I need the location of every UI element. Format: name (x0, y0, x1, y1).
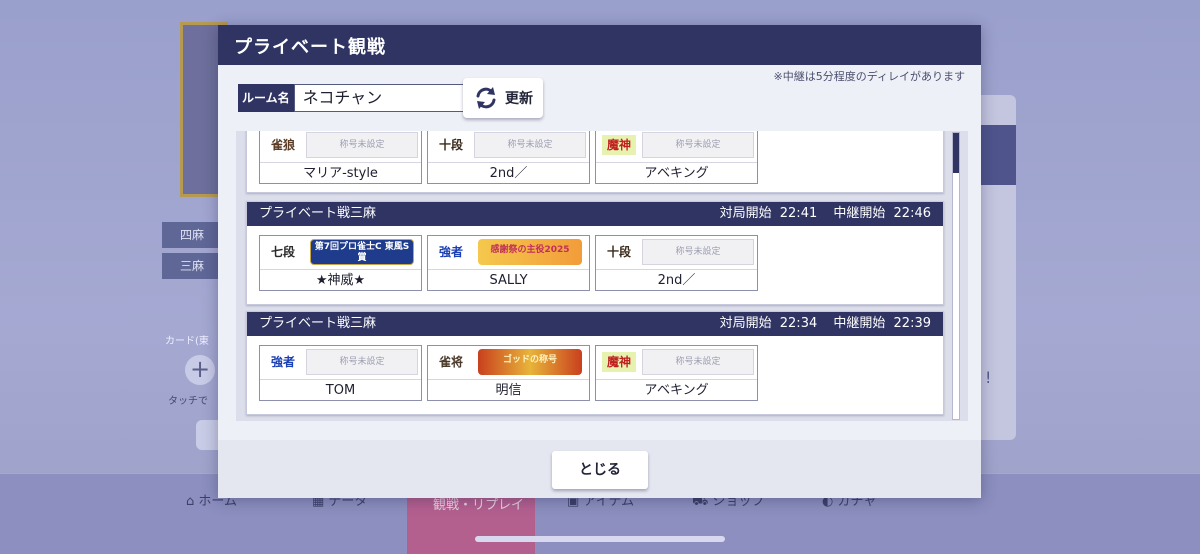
home-indicator (475, 536, 725, 542)
player-title: 称号未設定 (306, 349, 418, 375)
player-slot: 魔神 称号未設定 アベキング (595, 345, 758, 401)
player-slot: 雀狼 称号未設定 マリア-style (259, 131, 422, 184)
mode-tag-4p: 四麻 (162, 222, 222, 248)
private-spectate-dialog: プライベート観戦 ※中継は5分程度のディレイがあります ルーム名 ネコチャン 更… (218, 25, 981, 498)
card-label: カード(東 (165, 336, 209, 347)
match-times: 対局開始 22:41 中継開始 22:46 (716, 202, 931, 226)
list-scrollbar[interactable] (952, 132, 960, 420)
alert-icon: ! (985, 368, 992, 387)
player-slot: 魔神 称号未設定 アベキング (595, 131, 758, 184)
player-title-badge: 第7回プロ雀士C 東風S賞 (310, 239, 414, 265)
match-header: プライベート戦三麻 対局開始 22:41 中継開始 22:46 (247, 202, 943, 226)
refresh-icon (476, 87, 496, 109)
relay-label: 中継開始 (833, 206, 886, 221)
player-title-badge: ゴッドの称号 (478, 349, 582, 375)
room-name-label: ルーム名 (238, 84, 294, 112)
rank-badge: 強者 (270, 355, 295, 369)
player-slot: 七段 第7回プロ雀士C 東風S賞 ★神威★ (259, 235, 422, 291)
player-name: TOM (260, 379, 421, 402)
player-name: 明信 (428, 379, 589, 402)
player-slot: 十段 称号未設定 2nd／ (427, 131, 590, 184)
player-title-badge: 感謝祭の主役2025 (478, 239, 582, 265)
player-title: 称号未設定 (306, 132, 418, 158)
start-label: 対局開始 (719, 316, 772, 331)
rank-badge: 七段 (270, 245, 295, 259)
player-slot: 十段 称号未設定 2nd／ (595, 235, 758, 291)
dialog-header: プライベート観戦 (218, 25, 981, 65)
right-panel-banner (980, 125, 1016, 185)
match-card[interactable]: プライベート戦三麻 対局開始 22:34 中継開始 22:39 強者 称号未設定… (246, 311, 944, 415)
start-time: 22:41 (779, 206, 818, 221)
player-title: 称号未設定 (642, 132, 754, 158)
dialog-title: プライベート観戦 (234, 37, 386, 58)
player-slot: 強者 称号未設定 TOM (259, 345, 422, 401)
delay-note: ※中継は5分程度のディレイがあります (773, 70, 965, 83)
player-name: ★神威★ (260, 269, 421, 292)
match-times: 対局開始 22:34 中継開始 22:39 (716, 312, 931, 336)
match-name: プライベート戦三麻 (259, 206, 377, 221)
room-name-row: ルーム名 ネコチャン (238, 84, 464, 112)
relay-label: 中継開始 (833, 316, 886, 331)
match-card[interactable]: 雀狼 称号未設定 マリア-style 十段 称号未設定 2nd／ 魔神 称号未設… (246, 131, 944, 193)
relay-time: 22:39 (893, 316, 931, 331)
player-title: 称号未設定 (474, 132, 586, 158)
scrollbar-thumb[interactable] (953, 133, 959, 173)
start-time: 22:34 (779, 316, 818, 331)
player-name: アベキング (596, 162, 757, 185)
player-row: 強者 称号未設定 TOM 雀将 ゴッドの称号 明信 魔神 称号未設定 アベキング (259, 345, 758, 401)
rank-badge: 雀将 (438, 355, 463, 369)
start-label: 対局開始 (719, 206, 772, 221)
player-slot: 雀将 ゴッドの称号 明信 (427, 345, 590, 401)
refresh-button[interactable]: 更新 (463, 78, 543, 118)
rank-badge: 十段 (606, 245, 631, 259)
add-card-icon: + (185, 355, 215, 385)
rank-badge: 雀狼 (270, 138, 295, 152)
player-name: アベキング (596, 379, 757, 402)
player-name: マリア-style (260, 162, 421, 185)
player-row: 雀狼 称号未設定 マリア-style 十段 称号未設定 2nd／ 魔神 称号未設… (259, 131, 758, 184)
player-title: 称号未設定 (642, 239, 754, 265)
rank-badge: 強者 (438, 245, 463, 259)
player-title: 称号未設定 (642, 349, 754, 375)
room-name-input[interactable]: ネコチャン (293, 84, 464, 112)
touch-hint: タッチで (168, 396, 208, 407)
player-name: 2nd／ (596, 269, 757, 292)
close-button[interactable]: とじる (552, 451, 648, 489)
player-name: 2nd／ (428, 162, 589, 185)
rank-badge: 魔神 (602, 352, 636, 372)
match-list[interactable]: 雀狼 称号未設定 マリア-style 十段 称号未設定 2nd／ 魔神 称号未設… (236, 131, 968, 421)
match-name: プライベート戦三麻 (259, 316, 377, 331)
relay-time: 22:46 (893, 206, 931, 221)
mode-tag-3p: 三麻 (162, 253, 222, 279)
match-card[interactable]: プライベート戦三麻 対局開始 22:41 中継開始 22:46 七段 第7回プロ… (246, 201, 944, 305)
refresh-label: 更新 (505, 91, 533, 107)
player-row: 七段 第7回プロ雀士C 東風S賞 ★神威★ 強者 感謝祭の主役2025 SALL… (259, 235, 758, 291)
player-slot: 強者 感謝祭の主役2025 SALLY (427, 235, 590, 291)
rank-badge: 魔神 (602, 135, 636, 155)
player-name: SALLY (428, 269, 589, 292)
match-header: プライベート戦三麻 対局開始 22:34 中継開始 22:39 (247, 312, 943, 336)
rank-badge: 十段 (438, 138, 463, 152)
